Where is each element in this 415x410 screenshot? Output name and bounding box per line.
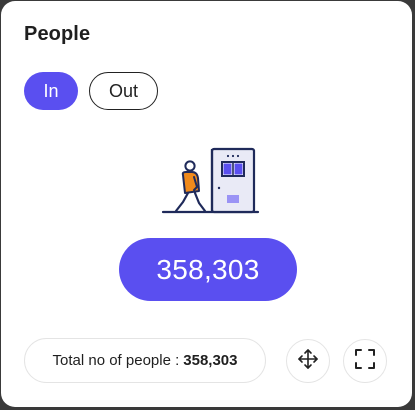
total-people-label: Total no of people :	[52, 352, 180, 369]
out-toggle-button[interactable]: Out	[89, 72, 158, 110]
total-people-chip: Total no of people : 358,303	[24, 338, 266, 383]
card-title: People	[24, 23, 91, 45]
in-toggle-button[interactable]: In	[24, 72, 78, 110]
people-count-display: 358,303	[119, 238, 297, 301]
total-people-value: 358,303	[183, 352, 238, 369]
fullscreen-button[interactable]	[343, 339, 387, 383]
person-entering-door-illustration	[161, 145, 261, 217]
move-button[interactable]	[286, 339, 330, 383]
fullscreen-icon	[354, 348, 376, 375]
move-arrows-icon	[297, 348, 319, 375]
people-card: People In Out 358,303 Total no of people…	[1, 1, 412, 407]
